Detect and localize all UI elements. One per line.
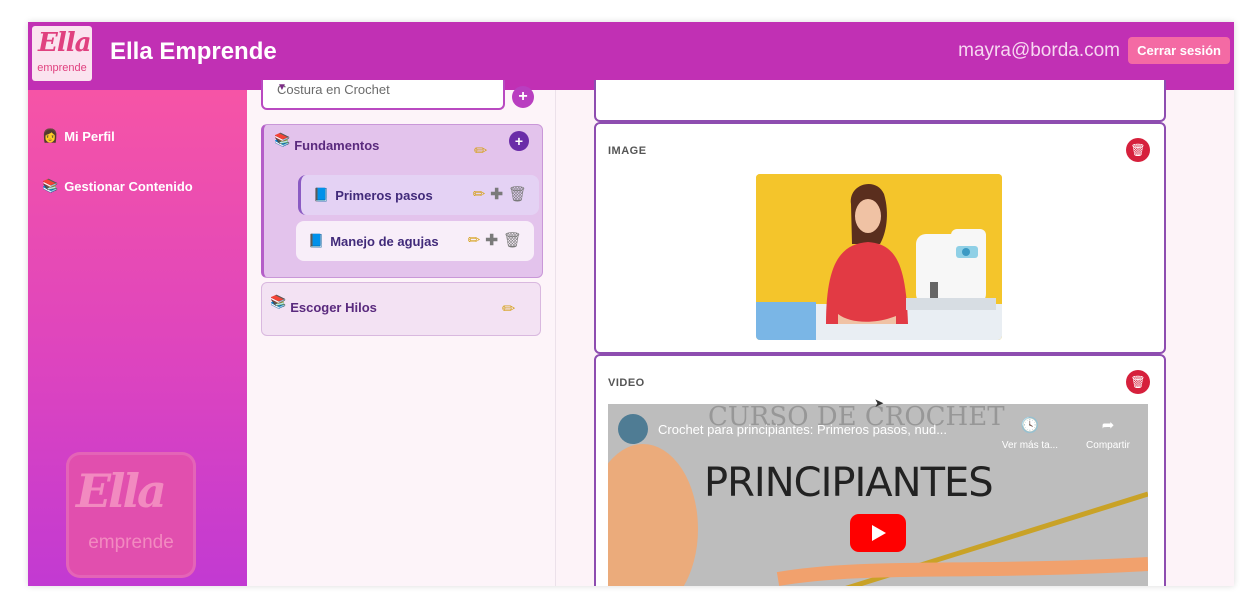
- sidebar-logo-subtext: emprende: [88, 532, 174, 553]
- clock-icon: 🕓: [1020, 417, 1040, 434]
- sidebar-item-label: Mi Perfil: [64, 128, 115, 144]
- user-email: mayra@borda.com: [958, 40, 1120, 61]
- play-button[interactable]: [850, 514, 906, 552]
- block-type-label: IMAGE: [608, 145, 647, 157]
- trash-icon[interactable]: 🗑: [503, 231, 522, 249]
- edit-pencil-icon[interactable]: ✏: [474, 141, 487, 161]
- content-block: [594, 80, 1166, 122]
- logo-subtext: emprende: [37, 62, 87, 74]
- lesson-actions: ✏ ✚ 🗑: [468, 231, 522, 249]
- lesson-title: 📘 Manejo de agujas: [308, 233, 439, 249]
- module-title: 📚 Fundamentos: [274, 132, 380, 153]
- trash-icon[interactable]: 🗑: [508, 185, 527, 203]
- lesson-title-text: Primeros pasos: [335, 187, 433, 203]
- plus-icon[interactable]: ✚: [490, 185, 503, 203]
- module-title: 📚 Escoger Hilos: [270, 294, 377, 315]
- sewing-photo-illustration: [756, 174, 1002, 340]
- sidebar-item-mi-perfil[interactable]: 👩 Mi Perfil: [42, 128, 115, 144]
- content-editor-panel: IMAGE 🗑 VIDEO 🗑 CURSO DE CROCHET Crochet…: [556, 80, 1234, 586]
- watch-later-label: Ver más ta...: [1001, 440, 1059, 451]
- channel-avatar[interactable]: [618, 414, 648, 444]
- content-image: [756, 174, 1002, 340]
- share-label: Compartir: [1086, 440, 1130, 451]
- sidebar-logo-text: Ella: [76, 464, 167, 518]
- lesson-actions: ✏ ✚ 🗑: [473, 185, 527, 203]
- share-arrow-icon: ➦: [1101, 417, 1115, 434]
- video-block: VIDEO 🗑 CURSO DE CROCHET Crochet para pr…: [594, 354, 1166, 586]
- edit-pencil-icon[interactable]: ✏: [468, 231, 481, 249]
- logo-text: Ella: [38, 28, 91, 58]
- module-title-text: Fundamentos: [294, 138, 380, 153]
- share-button[interactable]: ➦ Compartir: [1078, 416, 1138, 451]
- book-stack-icon: 📚: [270, 294, 287, 309]
- lesson-title-text: Manejo de agujas: [330, 233, 439, 249]
- image-block: IMAGE 🗑: [594, 122, 1166, 354]
- delete-block-button[interactable]: 🗑: [1126, 138, 1150, 162]
- watch-later-button[interactable]: 🕓 Ver más ta...: [1000, 416, 1060, 451]
- edit-pencil-icon[interactable]: ✏: [502, 299, 515, 319]
- sidebar: 👩 Mi Perfil 📚 Gestionar Contenido Ella e…: [28, 90, 247, 586]
- module-title-text: Escoger Hilos: [290, 300, 377, 315]
- youtube-embed[interactable]: CURSO DE CROCHET Crochet para principian…: [608, 404, 1148, 586]
- thumbnail-title-text: PRINCIPIANTES: [704, 460, 994, 506]
- person-icon: 👩: [42, 128, 59, 143]
- course-structure-panel: Costura en Crochet ▼ + 📚 Fundamentos ✏ +…: [247, 80, 556, 586]
- blue-book-icon: 📘: [308, 233, 325, 248]
- delete-block-button[interactable]: 🗑: [1126, 370, 1150, 394]
- book-stack-icon: 📚: [274, 132, 291, 147]
- lesson-item[interactable]: 📘 Primeros pasos ✏ ✚ 🗑: [298, 175, 539, 215]
- app-title: Ella Emprende: [110, 38, 277, 65]
- plus-icon[interactable]: ✚: [485, 231, 498, 249]
- chevron-down-icon: ▼: [277, 82, 287, 93]
- add-lesson-button[interactable]: +: [509, 131, 529, 151]
- app-window: Ella emprende Ella Emprende mayra@borda.…: [28, 22, 1234, 586]
- mouse-cursor-icon: ➤: [874, 396, 885, 410]
- sidebar-logo: Ella emprende: [66, 452, 196, 578]
- blue-book-icon: 📘: [313, 187, 330, 202]
- book-stack-icon: 📚: [42, 178, 59, 193]
- logout-button[interactable]: Cerrar sesión: [1128, 37, 1230, 64]
- edit-pencil-icon[interactable]: ✏: [473, 185, 486, 203]
- module-card[interactable]: 📚 Escoger Hilos ✏: [261, 282, 541, 336]
- sidebar-item-gestionar-contenido[interactable]: 📚 Gestionar Contenido: [42, 178, 193, 194]
- course-select[interactable]: Costura en Crochet ▼: [261, 80, 505, 110]
- block-type-label: VIDEO: [608, 377, 645, 389]
- lesson-item[interactable]: 📘 Manejo de agujas ✏ ✚ 🗑: [296, 221, 534, 261]
- lesson-title: 📘 Primeros pasos: [313, 187, 433, 203]
- add-module-button[interactable]: +: [512, 86, 534, 108]
- sidebar-item-label: Gestionar Contenido: [64, 178, 193, 194]
- app-logo[interactable]: Ella emprende: [32, 26, 92, 81]
- video-title[interactable]: Crochet para principiantes: Primeros pas…: [658, 422, 947, 437]
- module-card[interactable]: 📚 Fundamentos ✏ + 📘 Primeros pasos ✏ ✚ 🗑…: [261, 124, 543, 278]
